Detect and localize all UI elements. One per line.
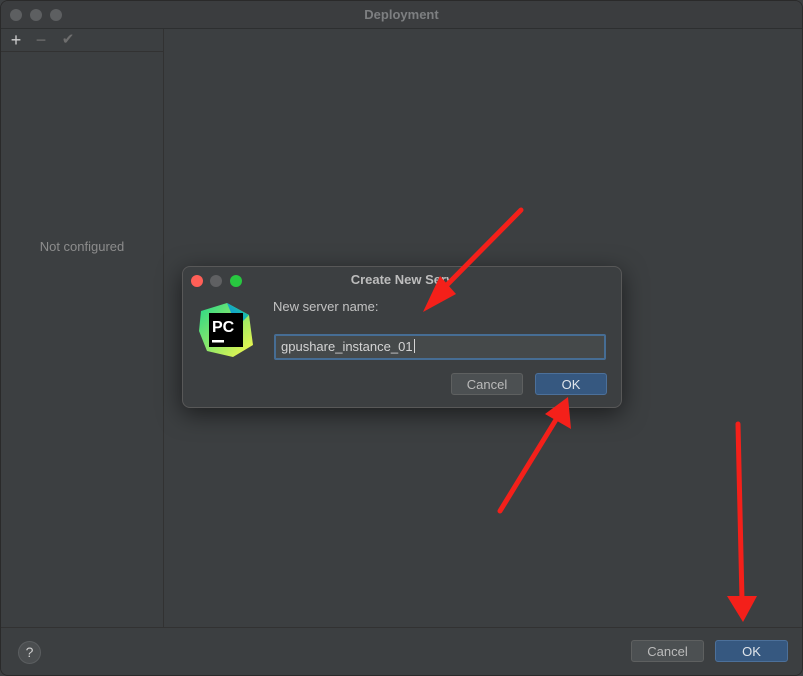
server-list-toolbar: + − ✔ <box>1 29 163 52</box>
logo-text: PC <box>212 319 235 336</box>
window-title: Deployment <box>364 7 439 22</box>
server-name-label: New server name: <box>273 299 379 314</box>
apply-check-icon[interactable]: ✔ <box>59 31 77 49</box>
dialog-footer: ? Cancel OK <box>1 627 802 675</box>
dialog-title: Create New Serv <box>350 272 454 287</box>
dialog-ok-button[interactable]: OK <box>535 373 607 395</box>
text-caret <box>413 339 415 353</box>
title-bar: Deployment <box>1 1 802 29</box>
help-icon[interactable]: ? <box>18 641 41 664</box>
ok-button[interactable]: OK <box>715 640 788 662</box>
dialog-cancel-button[interactable]: Cancel <box>451 373 523 395</box>
server-list-panel: + − ✔ Not configured <box>1 29 164 627</box>
pycharm-logo-icon: PC <box>199 303 253 357</box>
empty-state-text: Not configured <box>39 239 125 254</box>
create-new-server-dialog: Create New Serv PC New server name: gpus… <box>182 266 622 408</box>
server-name-value: gpushare_instance_01 <box>281 339 413 354</box>
cancel-button[interactable]: Cancel <box>631 640 704 662</box>
server-name-input[interactable]: gpushare_instance_01 <box>274 334 606 360</box>
remove-server-button[interactable]: − <box>32 31 50 49</box>
add-server-button[interactable]: + <box>7 31 25 49</box>
